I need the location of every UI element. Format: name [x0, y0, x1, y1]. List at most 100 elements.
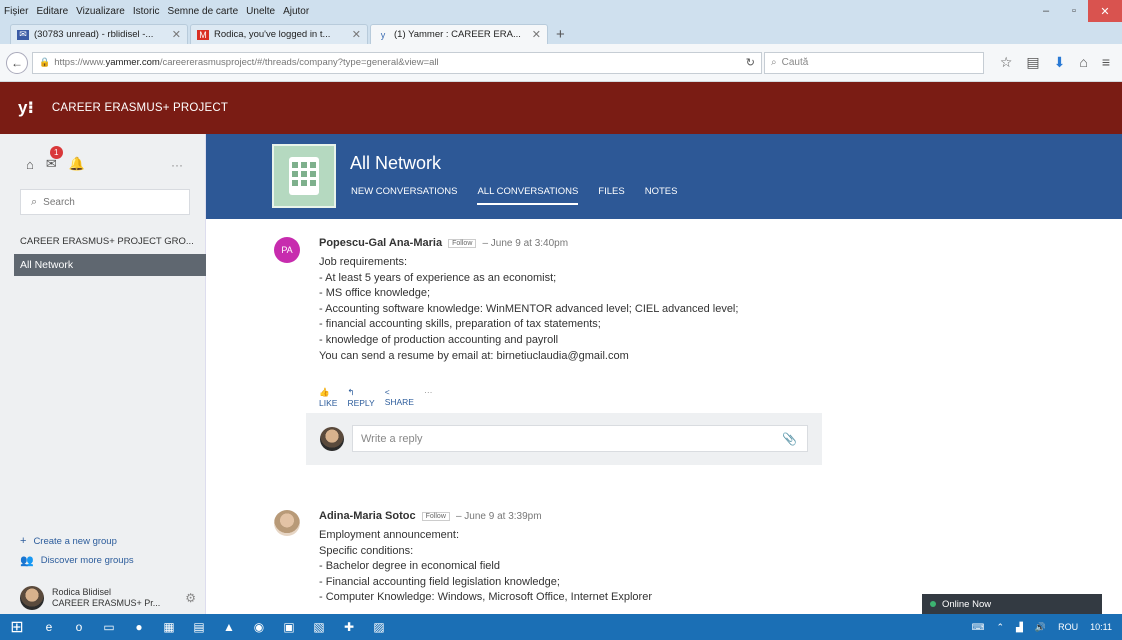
menu: Fișier Editare Vizualizare Istoric Semne… — [0, 6, 309, 17]
minimize-button[interactable]: – — [1032, 0, 1060, 22]
chevron-up-icon[interactable]: ⌃ — [996, 622, 1004, 633]
discover-groups-label: Discover more groups — [40, 555, 134, 566]
post-date[interactable]: – June 9 at 3:39pm — [456, 511, 542, 522]
author-avatar[interactable]: PA — [274, 237, 300, 263]
network-icon[interactable]: ▟ — [1016, 622, 1023, 633]
tab-notes[interactable]: NOTES — [645, 186, 678, 205]
menu-tools[interactable]: Unelte — [246, 6, 275, 17]
app-icon[interactable]: ▧ — [304, 614, 334, 640]
tab-files[interactable]: FILES — [598, 186, 624, 205]
hamburger-menu-icon[interactable]: ≡ — [1102, 54, 1110, 71]
home-icon[interactable]: ⌂ — [26, 157, 34, 172]
menu-history[interactable]: Istoric — [133, 6, 160, 17]
yammer-icon: y — [380, 29, 386, 40]
create-group-link[interactable]: + Create a new group — [20, 535, 117, 547]
home-icon[interactable]: ⌂ — [1079, 54, 1087, 71]
reply-button[interactable]: ↰ REPLY — [347, 387, 374, 408]
author-name[interactable]: Popescu-Gal Ana-Maria — [319, 237, 442, 249]
share-button[interactable]: < SHARE — [385, 387, 414, 408]
maximize-button[interactable]: ▫ — [1060, 0, 1088, 22]
chrome-icon[interactable]: ◉ — [244, 614, 274, 640]
yammer-logo[interactable]: y⁝ — [18, 98, 34, 118]
star-icon[interactable]: ☆ — [1000, 54, 1013, 71]
app-icon[interactable]: ▤ — [184, 614, 214, 640]
tab-new-conversations[interactable]: NEW CONVERSATIONS — [351, 186, 457, 205]
tab-yammer[interactable]: y (1) Yammer : CAREER ERA... ✕ — [370, 24, 548, 44]
menu-file[interactable]: Fișier — [4, 6, 28, 17]
app-icon[interactable]: ▦ — [154, 614, 184, 640]
outlook-icon[interactable]: o — [64, 614, 94, 640]
new-tab-button[interactable]: + — [550, 26, 571, 44]
author-avatar[interactable] — [274, 510, 300, 536]
windows-start-icon[interactable]: ⊞ — [0, 614, 34, 640]
close-window-button[interactable]: ✕ — [1088, 0, 1122, 22]
follow-button[interactable]: Follow — [448, 238, 477, 248]
post-line: - Accounting software knowledge: WinMENT… — [319, 302, 739, 315]
discover-groups-link[interactable]: 👥 Discover more groups — [20, 554, 134, 567]
envelope-icon: ✉ — [17, 29, 29, 40]
app-icon[interactable]: ▲ — [214, 614, 244, 640]
app-icon[interactable]: ▨ — [364, 614, 394, 640]
close-tab-icon[interactable]: ✕ — [172, 28, 181, 41]
reply-input[interactable]: Write a reply 📎 — [352, 425, 808, 452]
sidebar-icons: ⌂ ✉ 1 🔔 — [26, 146, 85, 172]
bell-icon[interactable]: 🔔 — [69, 156, 85, 172]
url-prefix: https://www. — [54, 57, 106, 68]
sidebar-item-group[interactable]: CAREER ERASMUS+ PROJECT GRO... — [20, 236, 194, 247]
gear-icon[interactable]: ⚙ — [185, 591, 196, 605]
sidebar-search-placeholder: Search — [43, 196, 75, 208]
post-date[interactable]: – June 9 at 3:40pm — [482, 238, 568, 249]
avatar — [320, 427, 344, 451]
keyboard-icon[interactable]: ⌨ — [971, 622, 984, 633]
menu-help[interactable]: Ajutor — [283, 6, 309, 17]
download-icon[interactable]: ⬇ — [1054, 54, 1066, 71]
volume-icon[interactable]: 🔊 — [1035, 622, 1046, 633]
app-icon[interactable]: ✚ — [334, 614, 364, 640]
sidebar-item-all-network[interactable]: All Network — [14, 254, 206, 276]
network-title[interactable]: CAREER ERASMUS+ PROJECT — [52, 102, 228, 114]
post-line: - financial accounting skills, preparati… — [319, 318, 601, 331]
reply-label: REPLY — [347, 398, 375, 408]
post-line: - Financial accounting field legislation… — [319, 575, 560, 588]
language-indicator[interactable]: ROU — [1058, 622, 1078, 632]
address-bar[interactable]: 🔒 https://www. yammer.com/careererasmuspr… — [32, 51, 762, 74]
close-tab-icon[interactable]: ✕ — [352, 28, 361, 41]
url-host: yammer.com — [105, 57, 160, 68]
browser-search-input[interactable]: ⌕ Caută — [764, 51, 984, 74]
tab-mail[interactable]: ✉ (30783 unread) - rblidisel -... ✕ — [10, 24, 188, 44]
follow-button[interactable]: Follow — [421, 511, 450, 521]
more-options-icon[interactable]: ··· — [171, 158, 183, 172]
menu-edit[interactable]: Editare — [36, 6, 68, 17]
sidebar: ⌂ ✉ 1 🔔 ··· ⌕ Search CAREER ERASMUS+ PROJ… — [0, 134, 206, 614]
file-explorer-icon[interactable]: ▭ — [94, 614, 124, 640]
post-line: - knowledge of production accounting and… — [319, 333, 559, 346]
author-name[interactable]: Adina-Maria Sotoc — [319, 510, 416, 522]
current-user[interactable]: Rodica Blidisel CAREER ERASMUS+ Pr... ⚙ — [20, 586, 196, 610]
tab-all-conversations[interactable]: ALL CONVERSATIONS — [477, 186, 579, 205]
tab-strip: ✉ (30783 unread) - rblidisel -... ✕ M Ro… — [0, 22, 1122, 44]
inbox-icon[interactable]: ✉ 1 — [46, 146, 63, 172]
tab-gmail[interactable]: M Rodica, you've logged in t... ✕ — [190, 24, 368, 44]
menu-bookmarks[interactable]: Semne de carte — [168, 6, 239, 17]
browser-search-placeholder: Caută — [781, 57, 809, 68]
page-title: All Network — [350, 153, 442, 173]
firefox-icon[interactable]: ● — [124, 614, 154, 640]
search-icon: ⌕ — [31, 195, 38, 208]
user-group: CAREER ERASMUS+ Pr... — [52, 598, 161, 608]
back-button[interactable]: ← — [6, 51, 28, 74]
reload-icon[interactable]: ↻ — [746, 56, 755, 69]
menu-view[interactable]: Vizualizare — [76, 6, 125, 17]
app-icon[interactable]: ▣ — [274, 614, 304, 640]
sidebar-search-input[interactable]: ⌕ Search — [20, 189, 190, 215]
clock[interactable]: 10:11 — [1090, 622, 1112, 632]
like-button[interactable]: 👍 LIKE — [319, 387, 337, 408]
share-icon: < — [384, 387, 390, 397]
more-actions-button[interactable]: ··· — [424, 387, 433, 408]
reading-list-icon[interactable]: ▤ — [1026, 54, 1039, 71]
internet-explorer-icon[interactable]: e — [34, 614, 64, 640]
close-tab-icon[interactable]: ✕ — [532, 28, 541, 41]
online-status-icon — [930, 601, 936, 607]
online-now-bar[interactable]: Online Now — [922, 594, 1102, 614]
post-line: - At least 5 years of experience as an e… — [319, 271, 557, 284]
paperclip-icon[interactable]: 📎 — [782, 432, 797, 446]
